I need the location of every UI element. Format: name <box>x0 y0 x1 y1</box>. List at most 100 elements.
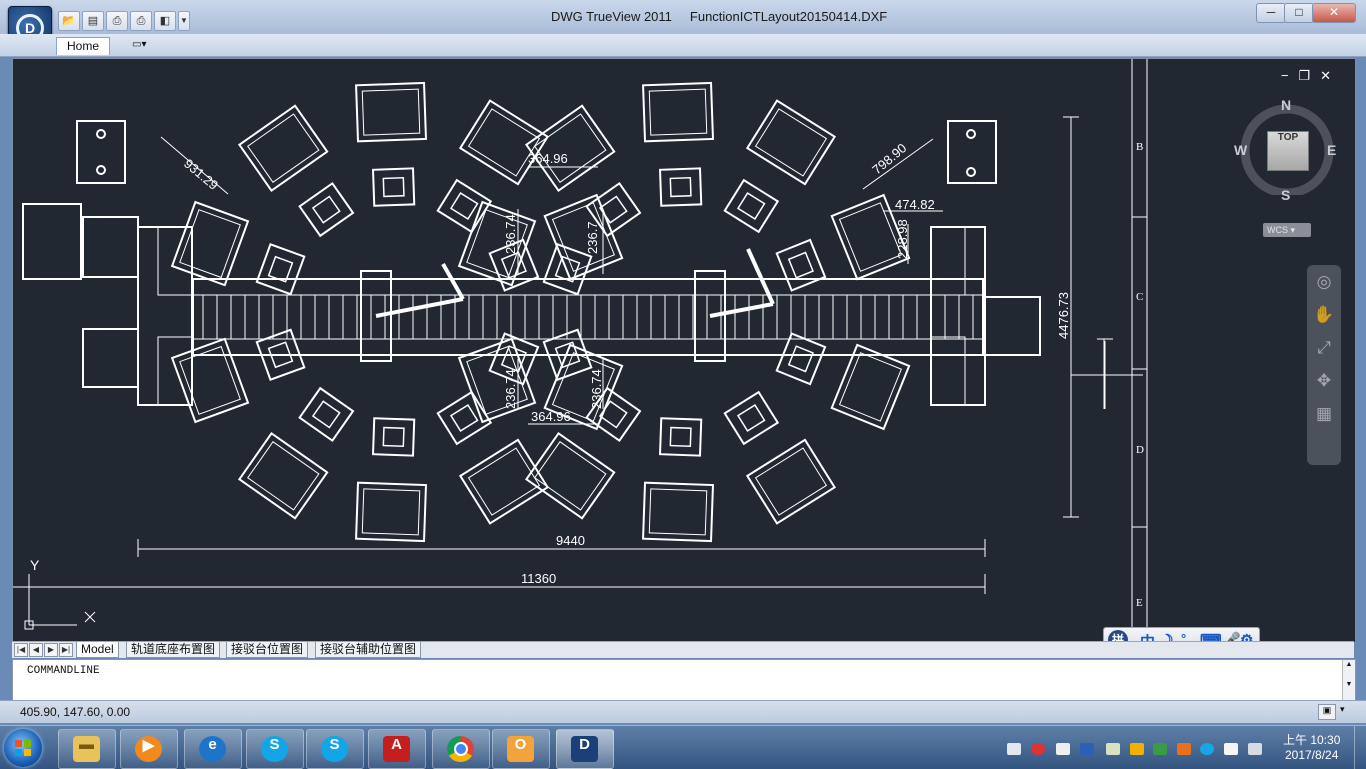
steering-wheel-icon[interactable]: ◎ <box>1307 272 1341 298</box>
station-fixture <box>723 178 780 234</box>
taskbar-adobe-reader[interactable]: A <box>368 729 426 769</box>
status-menu-icon[interactable]: ▾ <box>1340 704 1352 718</box>
tray-network-icon[interactable] <box>1153 743 1167 755</box>
tray-outlook-icon[interactable] <box>1130 743 1144 755</box>
station-fixture-core <box>736 404 766 432</box>
show-desktop-button[interactable] <box>1354 726 1366 769</box>
ruler-label-b: B <box>1136 141 1144 153</box>
dim-236-a: 236.74 <box>503 214 518 254</box>
taskbar-chrome[interactable] <box>432 729 490 769</box>
taskbar-dwg-trueview[interactable]: D <box>556 729 614 769</box>
compass-north[interactable]: N <box>1281 97 1291 113</box>
pan-hand-icon[interactable]: ✋ <box>1307 305 1341 331</box>
ribbon-minimize-dropdown-icon[interactable]: ▭▾ <box>132 39 146 50</box>
tray-clipboard-icon[interactable] <box>1007 743 1021 755</box>
viewport-controls[interactable]: −❐✕ <box>1281 68 1341 84</box>
station-fixture-core <box>669 176 692 198</box>
left-dock-upper <box>157 226 193 296</box>
ruler-label-d: D <box>1136 444 1144 456</box>
wcs-menu[interactable]: WCS ▾ <box>1263 223 1311 237</box>
tab-home[interactable]: Home <box>56 37 110 55</box>
showmotion-icon[interactable]: ▦ <box>1307 404 1341 430</box>
open-icon[interactable]: 📂 <box>58 11 80 31</box>
taskbar-internet-explorer[interactable]: e <box>184 729 242 769</box>
station-outer-box <box>237 104 329 193</box>
tray-volume-icon[interactable] <box>1056 743 1070 755</box>
taskbar-skype-alt[interactable]: S <box>306 729 364 769</box>
close-button[interactable]: ✕ <box>1312 3 1356 23</box>
station-fixture <box>371 417 416 457</box>
station-fixture <box>436 178 493 234</box>
tab-docking-aux-position[interactable]: 接驳台辅助位置图 <box>315 642 422 658</box>
robot-arm-right <box>709 302 774 318</box>
compass-west[interactable]: W <box>1234 142 1247 158</box>
status-tray-icon[interactable]: ▣ <box>1318 704 1336 720</box>
compass-south[interactable]: S <box>1281 187 1290 203</box>
orbit-icon[interactable]: ✥ <box>1307 371 1341 397</box>
tab-docking-position[interactable]: 接驳台位置图 <box>226 642 309 658</box>
tray-tool-icon[interactable] <box>1177 743 1191 755</box>
ucs-icon <box>24 574 96 630</box>
cursor-crosshair <box>1071 339 1133 409</box>
station-outer-inner <box>838 202 902 272</box>
prev-tab-arrow-icon[interactable]: ◀ <box>29 643 43 657</box>
taskbar-media-player[interactable]: ▶ <box>120 729 178 769</box>
zoom-icon[interactable]: ⤢ <box>1307 338 1341 364</box>
quick-access-dropdown-icon[interactable]: ▼ <box>178 11 190 31</box>
plot-icon[interactable]: ⎙ <box>106 11 128 31</box>
dim-228: 228.98 <box>895 219 910 259</box>
navigation-bar[interactable]: ◎ ✋ ⤢ ✥ ▦ <box>1307 265 1341 465</box>
station-fixture <box>658 167 703 207</box>
dwf-icon[interactable]: ▤ <box>82 11 104 31</box>
station-outer-box <box>745 438 837 525</box>
robot-arm-left-2 <box>441 263 465 300</box>
dim-236-c: 236.74 <box>503 369 518 409</box>
conveyor-rail <box>192 278 984 356</box>
command-scrollbar[interactable]: ▲ ▼ <box>1342 660 1355 700</box>
drawing-canvas[interactable]: 931.29 364.96 236.74 236.7 798.90 474.82… <box>12 58 1356 643</box>
station-fixture <box>298 386 355 443</box>
last-tab-arrow-icon[interactable]: ▶| <box>59 643 73 657</box>
station-fixture-core <box>382 176 405 198</box>
viewcube-top-face[interactable]: TOP <box>1267 131 1309 171</box>
batch-plot-icon[interactable]: ⎙ <box>130 11 152 31</box>
maximize-button[interactable]: □ <box>1284 3 1314 23</box>
right-conveyor <box>984 296 1041 356</box>
station-fixture-core <box>787 251 814 279</box>
tray-flag-icon[interactable] <box>1224 743 1238 755</box>
viewport-minimize-icon[interactable]: − <box>1281 68 1299 83</box>
viewport-restore-icon[interactable]: ❐ <box>1298 68 1320 83</box>
tray-note-icon[interactable] <box>1106 743 1120 755</box>
compass-east[interactable]: E <box>1327 142 1336 158</box>
viewport-close-icon[interactable]: ✕ <box>1320 68 1341 83</box>
next-tab-arrow-icon[interactable]: ▶ <box>44 643 58 657</box>
command-window[interactable]: COMMANDLINE ▲ ▼ <box>12 659 1356 701</box>
preview-icon[interactable]: ◧ <box>154 11 176 31</box>
taskbar-skype[interactable]: S <box>246 729 304 769</box>
command-line-text[interactable]: COMMANDLINE <box>27 665 100 677</box>
dim-364-bottom: 364.96 <box>531 409 571 424</box>
station-fixture-core <box>554 255 581 283</box>
dim-236-b: 236.7 <box>585 221 600 254</box>
tab-model[interactable]: Model <box>76 642 119 658</box>
start-button[interactable] <box>4 729 42 767</box>
station-fixture <box>775 332 827 386</box>
viewcube[interactable]: N S E W TOP <box>1234 97 1336 203</box>
system-clock[interactable]: 上午 10:30 2017/8/24 <box>1283 733 1340 763</box>
tray-audio-icon[interactable] <box>1080 743 1094 755</box>
taskbar-file-explorer[interactable]: ▬ <box>58 729 116 769</box>
station-outer-box <box>830 343 911 431</box>
tab-track-base-layout[interactable]: 轨道底座布置图 <box>126 642 221 658</box>
tray-stop-icon[interactable] <box>1031 743 1045 755</box>
left-conveyor-bottom <box>82 328 139 388</box>
station-outer-box <box>642 81 715 143</box>
minimize-button[interactable]: ─ <box>1256 3 1286 23</box>
tray-skype-icon[interactable] <box>1200 743 1214 755</box>
taskbar-outlook[interactable]: O <box>492 729 550 769</box>
station-outer-box <box>170 337 250 424</box>
adobe-reader-icon: A <box>383 736 410 762</box>
tray-display-icon[interactable] <box>1248 743 1262 755</box>
window-title: DWG TrueView 2011 FunctionICTLayout201504… <box>551 9 905 24</box>
right-dock-upper <box>930 226 966 296</box>
first-tab-arrow-icon[interactable]: |◀ <box>14 643 28 657</box>
